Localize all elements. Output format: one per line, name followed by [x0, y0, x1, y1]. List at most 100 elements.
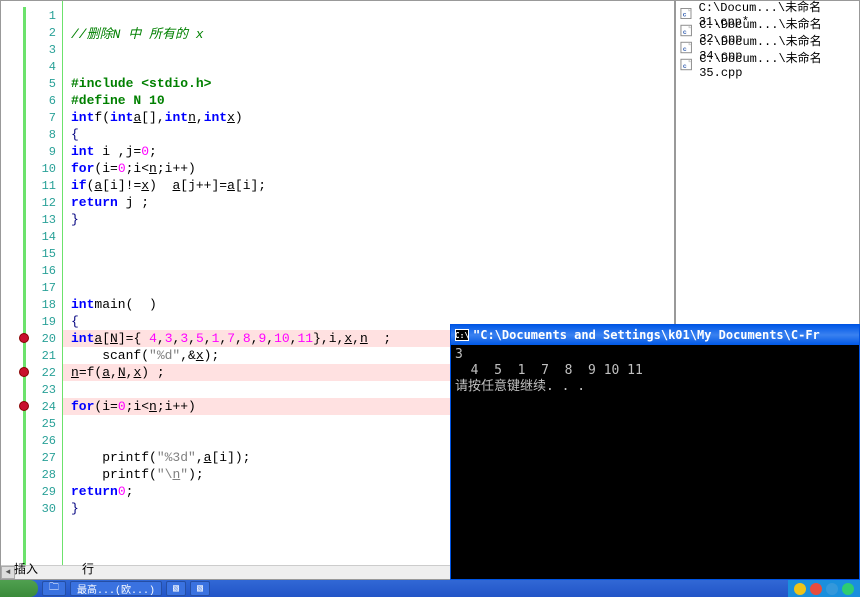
file-list-item[interactable]: cC:\Docum...\未命名35.cpp	[678, 56, 857, 73]
taskbar-item[interactable]: 最高...(欧...)	[70, 581, 162, 596]
tray-icon[interactable]	[810, 583, 822, 595]
line-number: 5	[49, 77, 56, 91]
line-number: 14	[42, 230, 56, 244]
line-number: 25	[42, 417, 56, 431]
gutter-line[interactable]: 22	[1, 364, 62, 381]
line-number: 27	[42, 451, 56, 465]
gutter-line[interactable]: 27	[1, 449, 62, 466]
line-number: 16	[42, 264, 56, 278]
taskbar[interactable]: 🗀 最高...(欧...) ▧ ▧	[0, 580, 860, 597]
code-line[interactable]	[63, 262, 674, 279]
code-line[interactable]: if(a[i]!=x) a[j++]=a[i];	[63, 177, 674, 194]
gutter-line[interactable]: 5	[1, 75, 62, 92]
cpp-file-icon: c	[680, 58, 695, 71]
file-path: C:\Docum...\未命名35.cpp	[699, 49, 857, 80]
cpp-file-icon: c	[680, 24, 695, 37]
gutter-line[interactable]: 30	[1, 500, 62, 517]
console-output: 3 4 5 1 7 8 9 10 11 请按任意键继续. . .	[451, 345, 859, 397]
start-button[interactable]	[0, 580, 38, 597]
code-line[interactable]: #define N 10	[63, 92, 674, 109]
line-number: 18	[42, 298, 56, 312]
gutter-line[interactable]: 11	[1, 177, 62, 194]
gutter-line[interactable]: 12	[1, 194, 62, 211]
line-number: 2	[49, 26, 56, 40]
code-line[interactable]: }	[63, 211, 674, 228]
gutter-line[interactable]: 26	[1, 432, 62, 449]
line-number: 20	[42, 332, 56, 346]
taskbar-item[interactable]: ▧	[190, 581, 210, 596]
gutter-line[interactable]: 20	[1, 330, 62, 347]
gutter-line[interactable]: 10	[1, 160, 62, 177]
line-number: 22	[42, 366, 56, 380]
code-line[interactable]	[63, 228, 674, 245]
tray-icon[interactable]	[794, 583, 806, 595]
line-number: 12	[42, 196, 56, 210]
code-line[interactable]	[63, 279, 674, 296]
breakpoint-marker[interactable]	[19, 401, 29, 411]
taskbar-item[interactable]: 🗀	[42, 581, 66, 596]
code-line[interactable]: {	[63, 126, 674, 143]
line-number: 7	[49, 111, 56, 125]
cmd-icon: C:\	[455, 329, 469, 341]
line-number: 19	[42, 315, 56, 329]
line-number: 23	[42, 383, 56, 397]
scroll-left-button[interactable]: ◄	[1, 566, 15, 579]
gutter-line[interactable]: 28	[1, 466, 62, 483]
gutter-line[interactable]: 7	[1, 109, 62, 126]
code-line[interactable]	[63, 245, 674, 262]
line-number: 10	[42, 162, 56, 176]
gutter-line[interactable]: 21	[1, 347, 62, 364]
tray-icon[interactable]	[826, 583, 838, 595]
cpp-file-icon: c	[680, 7, 695, 20]
tray-icon[interactable]	[842, 583, 854, 595]
line-number: 17	[42, 281, 56, 295]
console-window[interactable]: C:\ "C:\Documents and Settings\k01\My Do…	[450, 324, 860, 580]
gutter-line[interactable]: 23	[1, 381, 62, 398]
gutter[interactable]: 1234567891011121314151617181920212223242…	[1, 1, 63, 579]
gutter-line[interactable]: 29	[1, 483, 62, 500]
svg-text:c: c	[683, 46, 687, 53]
code-line[interactable]: #include <stdio.h>	[63, 75, 674, 92]
code-line[interactable]: int main( )	[63, 296, 674, 313]
code-line[interactable]	[63, 41, 674, 58]
gutter-line[interactable]: 15	[1, 245, 62, 262]
breakpoint-marker[interactable]	[19, 333, 29, 343]
gutter-line[interactable]: 2	[1, 24, 62, 41]
gutter-line[interactable]: 8	[1, 126, 62, 143]
svg-text:c: c	[683, 29, 687, 36]
status-mode: 插入	[14, 560, 38, 577]
gutter-line[interactable]: 13	[1, 211, 62, 228]
code-line[interactable]: for(i=0;i<n;i++)	[63, 160, 674, 177]
gutter-line[interactable]: 25	[1, 415, 62, 432]
gutter-line[interactable]: 16	[1, 262, 62, 279]
system-tray[interactable]	[788, 580, 860, 597]
breakpoint-marker[interactable]	[19, 367, 29, 377]
code-line[interactable]	[63, 58, 674, 75]
gutter-line[interactable]: 19	[1, 313, 62, 330]
code-line[interactable]: //删除N 中 所有的 x	[63, 24, 674, 41]
code-line[interactable]: int f(int a[],int n,int x)	[63, 109, 674, 126]
code-line[interactable]: return j ;	[63, 194, 674, 211]
line-number: 21	[42, 349, 56, 363]
line-number: 24	[42, 400, 56, 414]
line-number: 13	[42, 213, 56, 227]
gutter-line[interactable]: 9	[1, 143, 62, 160]
line-number: 6	[49, 94, 56, 108]
line-number: 11	[42, 179, 56, 193]
gutter-line[interactable]: 4	[1, 58, 62, 75]
gutter-line[interactable]: 18	[1, 296, 62, 313]
gutter-line[interactable]: 3	[1, 41, 62, 58]
gutter-line[interactable]: 6	[1, 92, 62, 109]
line-number: 8	[49, 128, 56, 142]
line-number: 30	[42, 502, 56, 516]
gutter-line[interactable]: 17	[1, 279, 62, 296]
line-number: 28	[42, 468, 56, 482]
gutter-line[interactable]: 1	[1, 7, 62, 24]
console-titlebar[interactable]: C:\ "C:\Documents and Settings\k01\My Do…	[451, 325, 859, 345]
status-line-label: 行	[82, 560, 94, 577]
code-line[interactable]	[63, 7, 674, 24]
taskbar-item[interactable]: ▧	[166, 581, 186, 596]
code-line[interactable]: int i ,j=0;	[63, 143, 674, 160]
gutter-line[interactable]: 14	[1, 228, 62, 245]
gutter-line[interactable]: 24	[1, 398, 62, 415]
